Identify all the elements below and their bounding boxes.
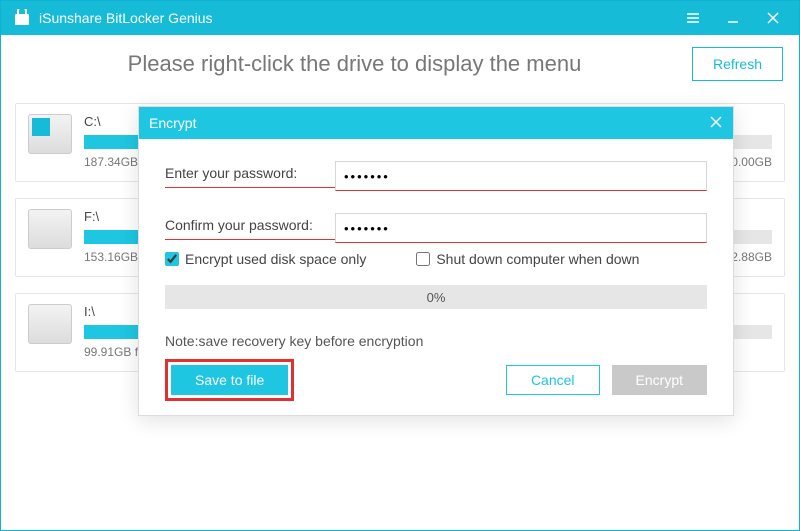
refresh-button[interactable]: Refresh — [692, 47, 783, 81]
dialog-close-icon[interactable] — [709, 115, 723, 132]
encrypt-used-checkbox[interactable]: Encrypt used disk space only — [165, 251, 366, 267]
dialog-title: Encrypt — [149, 115, 709, 131]
minimize-icon[interactable] — [713, 1, 753, 35]
enter-password-label: Enter your password: — [165, 165, 335, 188]
titlebar: iSunshare BitLocker Genius — [1, 1, 799, 35]
save-highlight: Save to file — [165, 359, 294, 401]
note-text: Note:save recovery key before encryption — [165, 333, 707, 349]
instruction-text: Please right-click the drive to display … — [17, 51, 692, 77]
app-title: iSunshare BitLocker Genius — [39, 10, 213, 26]
confirm-password-label: Confirm your password: — [165, 217, 335, 240]
shutdown-checkbox-input[interactable] — [416, 252, 430, 266]
close-icon[interactable] — [753, 1, 793, 35]
header: Please right-click the drive to display … — [1, 35, 799, 93]
encrypt-dialog: Encrypt Enter your password: Confirm you… — [138, 106, 734, 416]
progress-text: 0% — [427, 290, 446, 305]
confirm-password-input[interactable] — [335, 213, 707, 243]
dialog-titlebar: Encrypt — [139, 107, 733, 139]
shutdown-checkbox[interactable]: Shut down computer when down — [416, 251, 639, 267]
cancel-button[interactable]: Cancel — [506, 365, 600, 395]
save-to-file-button[interactable]: Save to file — [171, 365, 288, 395]
enter-password-input[interactable] — [335, 161, 707, 191]
progress-bar: 0% — [165, 285, 707, 309]
encrypt-button[interactable]: Encrypt — [612, 365, 707, 395]
menu-icon[interactable] — [673, 1, 713, 35]
app-icon — [13, 9, 31, 27]
encrypt-used-checkbox-input[interactable] — [165, 252, 179, 266]
drive-icon — [28, 209, 72, 249]
drive-icon — [28, 114, 72, 154]
drive-icon — [28, 304, 72, 344]
